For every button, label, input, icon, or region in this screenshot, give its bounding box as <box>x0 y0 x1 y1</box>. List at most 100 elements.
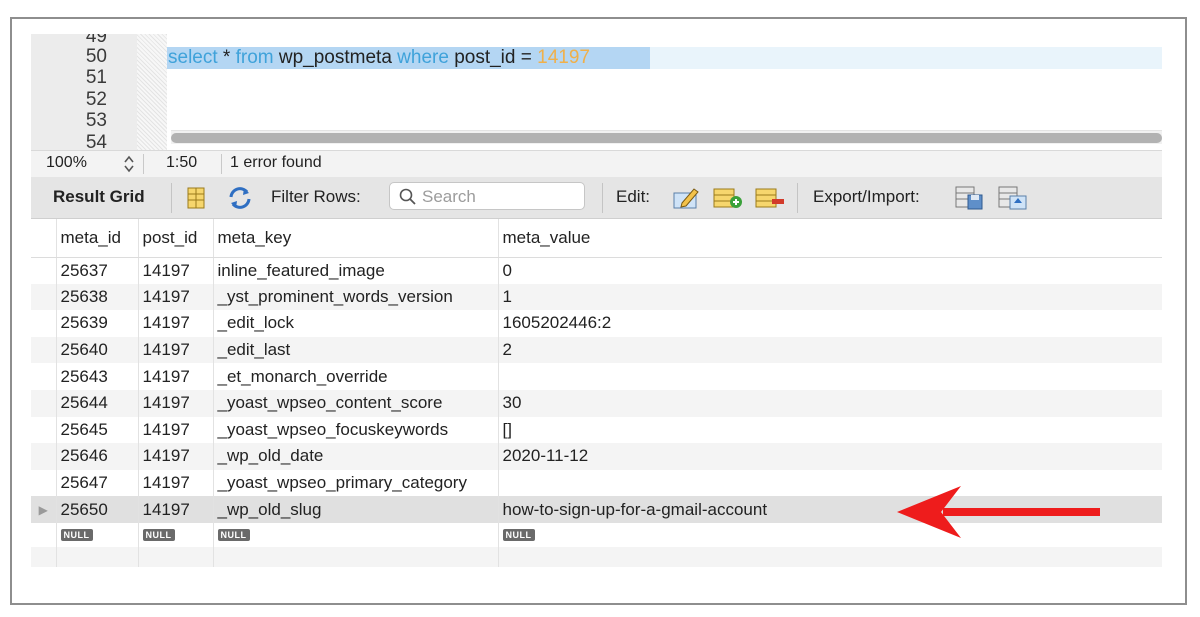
row-header[interactable] <box>31 310 57 337</box>
cell-meta-id[interactable]: 25644 <box>56 389 139 417</box>
delete-row-icon[interactable] <box>754 185 786 211</box>
cell-meta-value[interactable]: 30 <box>498 389 1162 417</box>
column-header-post-id[interactable]: post_id <box>138 219 214 258</box>
cursor-position: 1:50 <box>166 154 198 171</box>
empty-cell <box>498 546 1162 567</box>
insert-row-icon[interactable] <box>712 185 744 211</box>
null-cell[interactable]: NULL <box>138 522 214 547</box>
empty-row <box>31 546 1162 567</box>
cell-meta-value[interactable]: 2 <box>498 336 1162 364</box>
cell-meta-key[interactable]: _edit_last <box>213 336 499 364</box>
header-row: meta_id post_id meta_key meta_value <box>31 219 1162 258</box>
cell-meta-key[interactable]: _yoast_wpseo_content_score <box>213 389 499 417</box>
cell-meta-key[interactable]: _et_monarch_override <box>213 363 499 390</box>
edit-cell-icon[interactable] <box>672 185 702 211</box>
grid-layout-icon[interactable] <box>183 185 209 211</box>
row-header[interactable] <box>31 469 57 497</box>
table-row[interactable]: 25646 14197 _wp_old_date 2020-11-12 <box>31 443 1162 470</box>
empty-cell <box>56 546 139 567</box>
cell-meta-key[interactable]: _yoast_wpseo_primary_category <box>213 469 499 497</box>
cell-meta-value[interactable] <box>498 363 1162 390</box>
export-icon[interactable] <box>954 185 986 211</box>
refresh-icon[interactable] <box>227 185 253 211</box>
query-table: wp_postmeta <box>273 47 398 68</box>
cell-post-id[interactable]: 14197 <box>138 469 214 497</box>
cell-post-id[interactable]: 14197 <box>138 257 214 284</box>
cell-meta-id[interactable]: 25646 <box>56 443 139 470</box>
cell-meta-key[interactable]: _yst_prominent_words_version <box>213 283 499 311</box>
line-number: 52 <box>85 89 107 110</box>
query-value: 14197 <box>537 47 590 68</box>
table-row[interactable]: 25640 14197 _edit_last 2 <box>31 336 1162 364</box>
cell-meta-value[interactable]: 1 <box>498 283 1162 311</box>
cell-meta-key[interactable]: _wp_old_date <box>213 443 499 470</box>
import-icon[interactable] <box>997 185 1029 211</box>
cell-meta-id[interactable]: 25650 <box>56 496 139 523</box>
row-pointer-icon[interactable]: ▶ <box>31 496 57 523</box>
filter-search[interactable] <box>389 182 585 210</box>
cell-meta-id[interactable]: 25645 <box>56 416 139 444</box>
cell-meta-id[interactable]: 25637 <box>56 257 139 284</box>
error-message[interactable]: 1 error found <box>230 154 322 172</box>
cell-post-id[interactable]: 14197 <box>138 363 214 390</box>
empty-cell <box>138 546 214 567</box>
cell-meta-key[interactable]: _edit_lock <box>213 310 499 337</box>
editor-status-bar: 100% 1:50 1 error found <box>31 150 1162 178</box>
cell-post-id[interactable]: 14197 <box>138 336 214 364</box>
cell-meta-key[interactable]: inline_featured_image <box>213 257 499 284</box>
cell-post-id[interactable]: 14197 <box>138 310 214 337</box>
table-row[interactable]: 25643 14197 _et_monarch_override <box>31 363 1162 390</box>
cell-meta-id[interactable]: 25640 <box>56 336 139 364</box>
cell-meta-id[interactable]: 25643 <box>56 363 139 390</box>
cell-post-id[interactable]: 14197 <box>138 389 214 417</box>
row-header[interactable] <box>31 283 57 311</box>
cell-meta-value[interactable]: [] <box>498 416 1162 444</box>
row-header[interactable] <box>31 336 57 364</box>
sql-query[interactable]: select * from wp_postmeta where post_id … <box>168 47 590 69</box>
table-row[interactable]: 25645 14197 _yoast_wpseo_focuskeywords [… <box>31 416 1162 444</box>
cell-post-id[interactable]: 14197 <box>138 416 214 444</box>
table-row[interactable]: 25639 14197 _edit_lock 1605202446:2 <box>31 310 1162 337</box>
cell-meta-value[interactable]: 2020-11-12 <box>498 443 1162 470</box>
column-header-meta-value[interactable]: meta_value <box>498 219 1162 258</box>
keyword-from: from <box>235 47 274 68</box>
line-number: 50 <box>85 46 107 67</box>
null-cell[interactable]: NULL <box>213 522 499 547</box>
cell-meta-id[interactable]: 25639 <box>56 310 139 337</box>
export-import-label: Export/Import: <box>813 187 920 206</box>
column-header-meta-id[interactable]: meta_id <box>56 219 139 258</box>
cell-meta-key[interactable]: _wp_old_slug <box>213 496 499 523</box>
null-cell[interactable]: NULL <box>56 522 139 547</box>
scrollbar-thumb[interactable] <box>171 133 1162 143</box>
keyword-select: select <box>168 47 218 68</box>
zoom-level[interactable]: 100% <box>46 154 87 172</box>
row-header[interactable] <box>31 443 57 470</box>
cell-meta-value[interactable]: 0 <box>498 257 1162 284</box>
cell-post-id[interactable]: 14197 <box>138 443 214 470</box>
table-row[interactable]: 25638 14197 _yst_prominent_words_version… <box>31 283 1162 311</box>
row-header[interactable] <box>31 522 57 547</box>
column-header-meta-key[interactable]: meta_key <box>213 219 499 258</box>
cell-meta-id[interactable]: 25638 <box>56 283 139 311</box>
cell-meta-key[interactable]: _yoast_wpseo_focuskeywords <box>213 416 499 444</box>
row-header[interactable] <box>31 416 57 444</box>
divider <box>171 183 172 213</box>
edit-label: Edit: <box>616 187 651 206</box>
query-star: * <box>217 47 236 68</box>
table-row[interactable]: 25637 14197 inline_featured_image 0 <box>31 257 1162 284</box>
cell-post-id[interactable]: 14197 <box>138 283 214 311</box>
search-input[interactable] <box>420 186 582 208</box>
line-number: 51 <box>85 67 107 88</box>
row-header[interactable] <box>31 363 57 390</box>
current-line[interactable]: select * from wp_postmeta where post_id … <box>167 47 1162 69</box>
row-header[interactable] <box>31 389 57 417</box>
cell-meta-id[interactable]: 25647 <box>56 469 139 497</box>
row-header[interactable] <box>31 257 57 284</box>
cell-meta-value[interactable]: 1605202446:2 <box>498 310 1162 337</box>
table-row[interactable]: 25644 14197 _yoast_wpseo_content_score 3… <box>31 389 1162 417</box>
zoom-stepper-icon[interactable] <box>123 155 135 173</box>
horizontal-scrollbar[interactable] <box>171 130 1162 144</box>
red-arrow-annotation <box>897 486 1100 538</box>
cell-post-id[interactable]: 14197 <box>138 496 214 523</box>
result-grid-tab[interactable]: Result Grid <box>53 187 145 207</box>
